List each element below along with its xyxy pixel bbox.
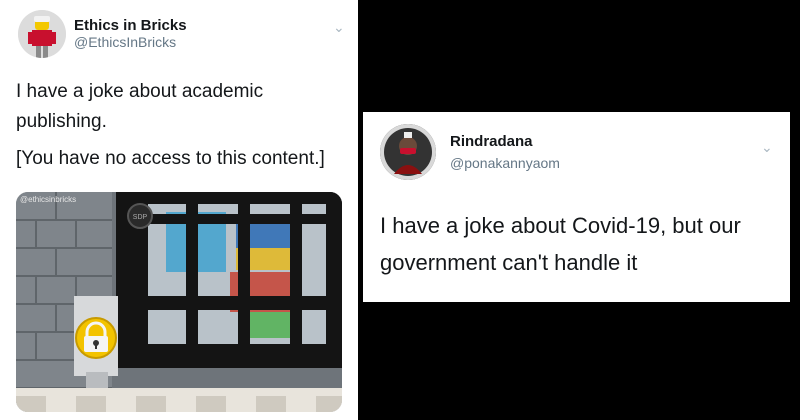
tweet-text-line-1: I have a joke about academic <box>16 81 264 102</box>
display-name[interactable]: Rindradana <box>450 133 533 150</box>
display-name[interactable]: Ethics in Bricks <box>74 17 187 34</box>
user-handle[interactable]: @ponakannyaom <box>450 155 560 171</box>
chevron-down-icon[interactable]: ⌄ <box>333 20 345 34</box>
avatar-left[interactable] <box>18 10 66 58</box>
media-watermark: @ethicsinbricks <box>20 195 77 204</box>
user-handle[interactable]: @EthicsInBricks <box>74 34 176 50</box>
tweet-text-line-2: government can't handle it <box>380 250 638 275</box>
masked-person-avatar-icon <box>380 124 436 180</box>
tweet-text-line-3: [You have no access to this content.] <box>16 148 325 169</box>
tweet-card-right: Rindradana @ponakannyaom ⌄ I have a joke… <box>363 112 790 302</box>
tweet-text-line-2: publishing. <box>16 111 107 132</box>
avatar-right[interactable] <box>380 124 436 180</box>
lego-jail-cell-image: SDP <box>16 192 342 412</box>
tweet-media-image[interactable]: SDP @ethicsinbricks <box>16 192 342 412</box>
tweet-text-line-1: I have a joke about Covid-19, but our <box>380 213 741 238</box>
tweet-card-left: Ethics in Bricks @EthicsInBricks ⌄ I hav… <box>0 0 358 420</box>
media-badge: SDP <box>133 214 148 221</box>
lego-minifigure-icon <box>18 10 66 58</box>
chevron-down-icon[interactable]: ⌄ <box>761 140 773 154</box>
